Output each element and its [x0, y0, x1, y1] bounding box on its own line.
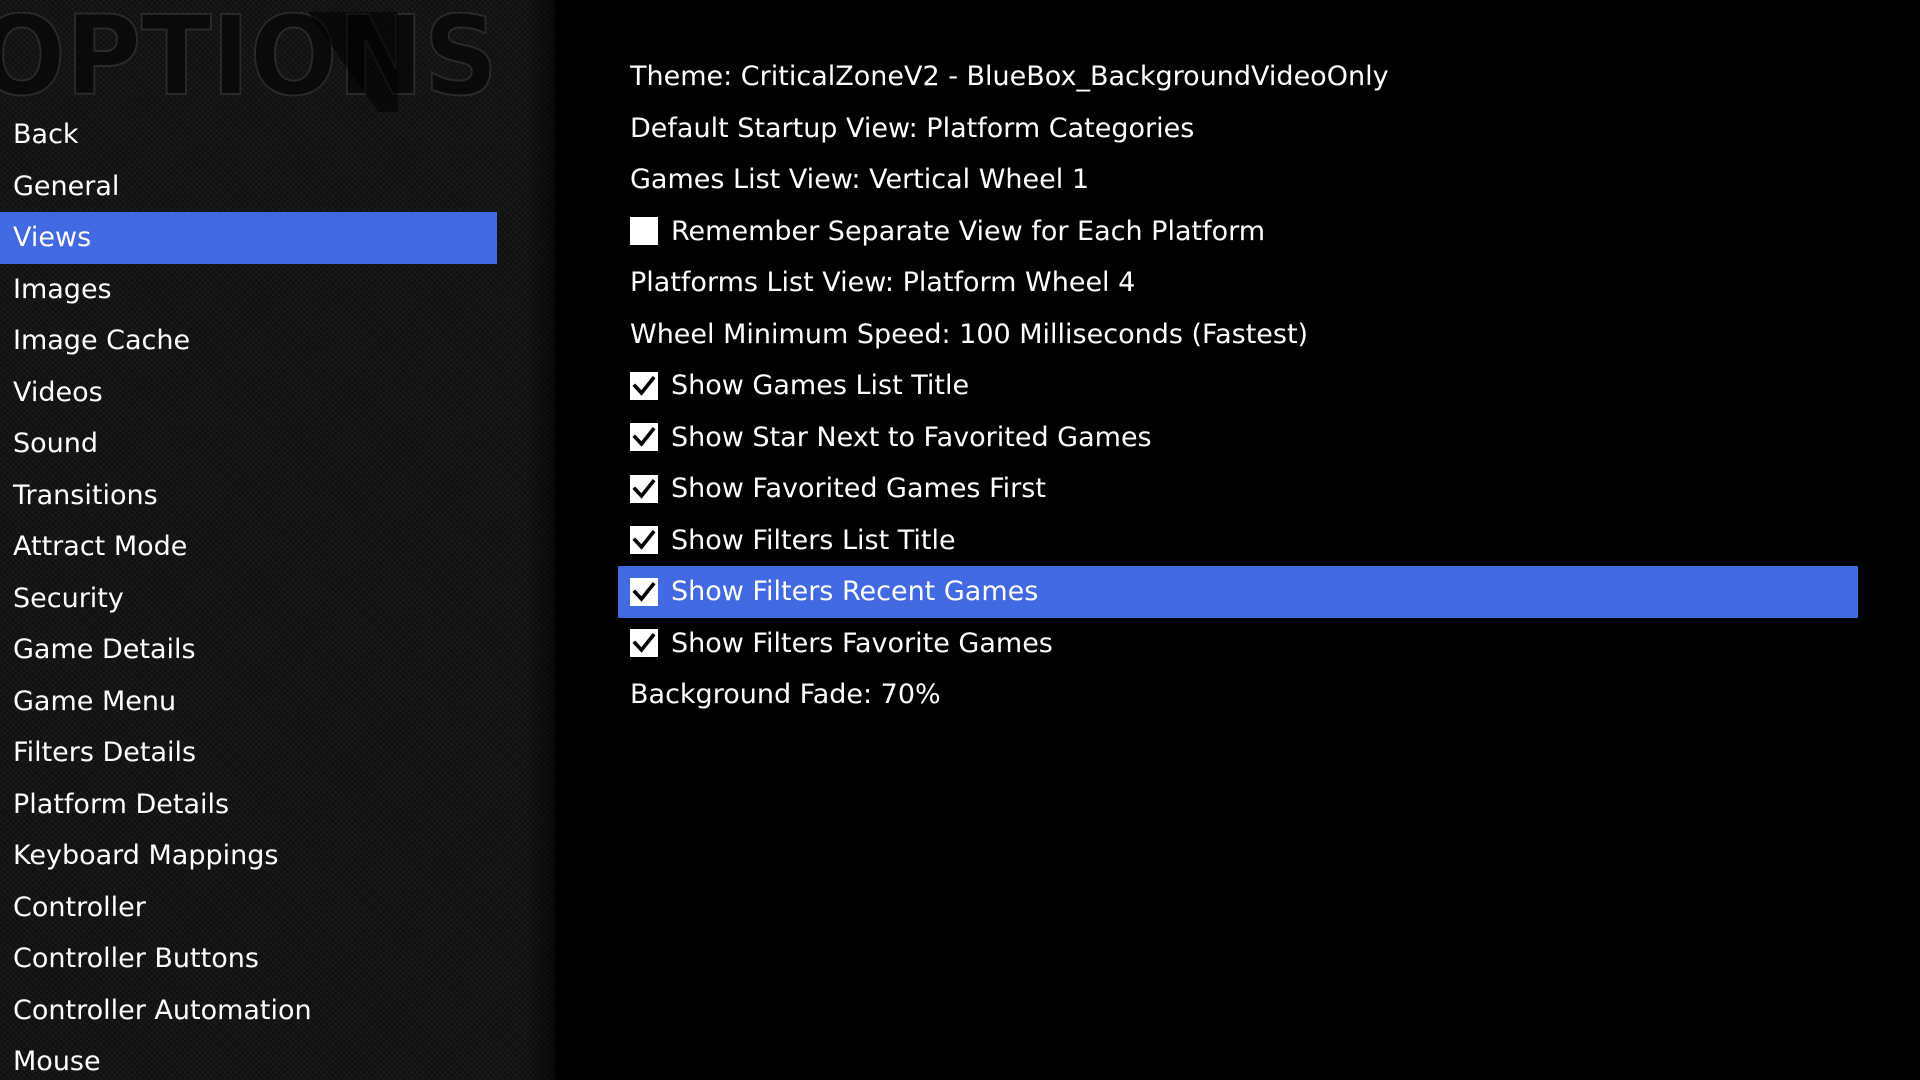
- setting-theme-criticalzonev2-bluebox-backgroundvideoonly[interactable]: Theme: CriticalZoneV2 - BlueBox_Backgrou…: [618, 51, 1858, 103]
- sidebar-item-back[interactable]: Back: [0, 109, 497, 161]
- setting-label: Games List View: Vertical Wheel 1: [630, 164, 1090, 196]
- setting-label: Background Fade: 70%: [630, 679, 941, 711]
- setting-background-fade-70[interactable]: Background Fade: 70%: [618, 669, 1858, 721]
- setting-remember-separate-view-for-each-platform[interactable]: Remember Separate View for Each Platform: [618, 206, 1858, 258]
- checkmark-icon: [632, 633, 656, 654]
- checkbox-checked-icon[interactable]: [630, 577, 658, 606]
- sidebar-item-keyboard-mappings[interactable]: Keyboard Mappings: [0, 830, 497, 882]
- checkbox-checked-icon[interactable]: [630, 526, 658, 555]
- setting-platforms-list-view-platform-wheel-4[interactable]: Platforms List View: Platform Wheel 4: [618, 257, 1858, 309]
- setting-show-favorited-games-first[interactable]: Show Favorited Games First: [618, 463, 1858, 515]
- sidebar-menu: Back General Views Images Image Cache Videos S…: [0, 109, 497, 1080]
- setting-show-filters-recent-games[interactable]: Show Filters Recent Games: [618, 566, 1858, 618]
- setting-show-filters-favorite-games[interactable]: Show Filters Favorite Games: [618, 618, 1858, 670]
- setting-default-startup-view-platform-categories[interactable]: Default Startup View: Platform Categorie…: [618, 103, 1858, 155]
- setting-label: Show Filters Favorite Games: [671, 627, 1053, 659]
- sidebar-item-controller[interactable]: Controller: [0, 882, 497, 934]
- checkmark-icon: [632, 581, 656, 602]
- sidebar: OPTIONS Back General Views Images Image Cach…: [0, 0, 555, 1080]
- options-logo-text: OPTIONS: [0, 12, 498, 112]
- sidebar-item-controller-automation[interactable]: Controller Automation: [0, 985, 497, 1037]
- setting-label: Theme: CriticalZoneV2 - BlueBox_Backgrou…: [630, 61, 1389, 93]
- setting-label: Wheel Minimum Speed: 100 Milliseconds (F…: [630, 318, 1309, 350]
- setting-label: Show Filters Recent Games: [671, 576, 1039, 608]
- setting-games-list-view-vertical-wheel-1[interactable]: Games List View: Vertical Wheel 1: [618, 154, 1858, 206]
- setting-show-star-next-to-favorited-games[interactable]: Show Star Next to Favorited Games: [618, 412, 1858, 464]
- setting-show-games-list-title[interactable]: Show Games List Title: [618, 360, 1858, 412]
- checkbox-checked-icon[interactable]: [630, 371, 658, 400]
- setting-label: Default Startup View: Platform Categorie…: [630, 112, 1195, 144]
- sidebar-item-views[interactable]: Views: [0, 212, 497, 264]
- options-logo-graphic: OPTIONS: [0, 12, 499, 112]
- sidebar-item-controller-buttons[interactable]: Controller Buttons: [0, 933, 497, 985]
- sidebar-item-filters-details[interactable]: Filters Details: [0, 727, 497, 779]
- options-logo: OPTIONS: [0, 12, 518, 112]
- setting-label: Platforms List View: Platform Wheel 4: [630, 267, 1136, 299]
- views-settings-list: Theme: CriticalZoneV2 - BlueBox_Backgrou…: [618, 51, 1858, 721]
- sidebar-item-game-details[interactable]: Game Details: [0, 624, 497, 676]
- setting-label: Remember Separate View for Each Platform: [671, 215, 1266, 247]
- checkbox-checked-icon[interactable]: [630, 629, 658, 658]
- checkbox-checked-icon[interactable]: [630, 474, 658, 503]
- sidebar-item-mouse[interactable]: Mouse: [0, 1036, 497, 1080]
- checkbox-unchecked-icon[interactable]: [630, 217, 658, 246]
- setting-show-filters-list-title[interactable]: Show Filters List Title: [618, 515, 1858, 567]
- sidebar-item-attract-mode[interactable]: Attract Mode: [0, 521, 497, 573]
- sidebar-item-transitions[interactable]: Transitions: [0, 470, 497, 522]
- sidebar-item-image-cache[interactable]: Image Cache: [0, 315, 497, 367]
- sidebar-item-game-menu[interactable]: Game Menu: [0, 676, 497, 728]
- sidebar-item-sound[interactable]: Sound: [0, 418, 497, 470]
- sidebar-item-general[interactable]: General: [0, 161, 497, 213]
- setting-label: Show Filters List Title: [671, 524, 956, 556]
- checkmark-icon: [632, 530, 656, 551]
- checkmark-icon: [632, 427, 656, 448]
- sidebar-item-images[interactable]: Images: [0, 264, 497, 316]
- checkbox-checked-icon[interactable]: [630, 423, 658, 452]
- checkmark-icon: [632, 478, 656, 499]
- sidebar-item-platform-details[interactable]: Platform Details: [0, 779, 497, 831]
- setting-label: Show Favorited Games First: [671, 473, 1046, 505]
- sidebar-item-security[interactable]: Security: [0, 573, 497, 625]
- setting-label: Show Star Next to Favorited Games: [671, 421, 1152, 453]
- sidebar-item-videos[interactable]: Videos: [0, 367, 497, 419]
- setting-label: Show Games List Title: [671, 370, 970, 402]
- setting-wheel-minimum-speed-100-milliseconds-fastest[interactable]: Wheel Minimum Speed: 100 Milliseconds (F…: [618, 309, 1858, 361]
- checkmark-icon: [632, 375, 656, 396]
